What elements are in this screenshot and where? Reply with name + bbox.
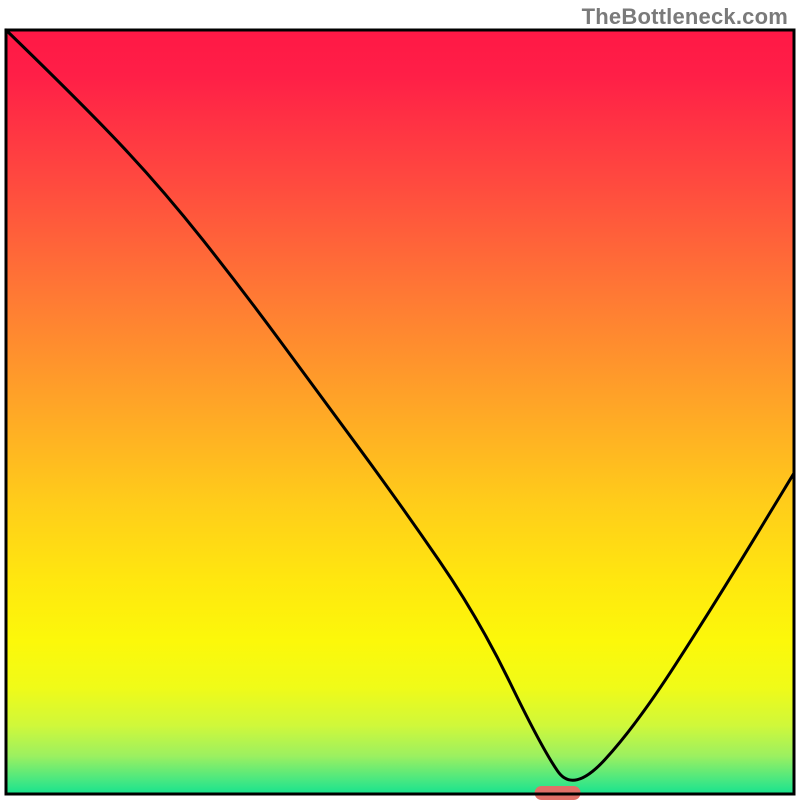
chart-canvas (0, 0, 800, 800)
watermark-label: TheBottleneck.com (582, 4, 788, 30)
plot-background (6, 30, 794, 794)
bottleneck-chart: TheBottleneck.com (0, 0, 800, 800)
